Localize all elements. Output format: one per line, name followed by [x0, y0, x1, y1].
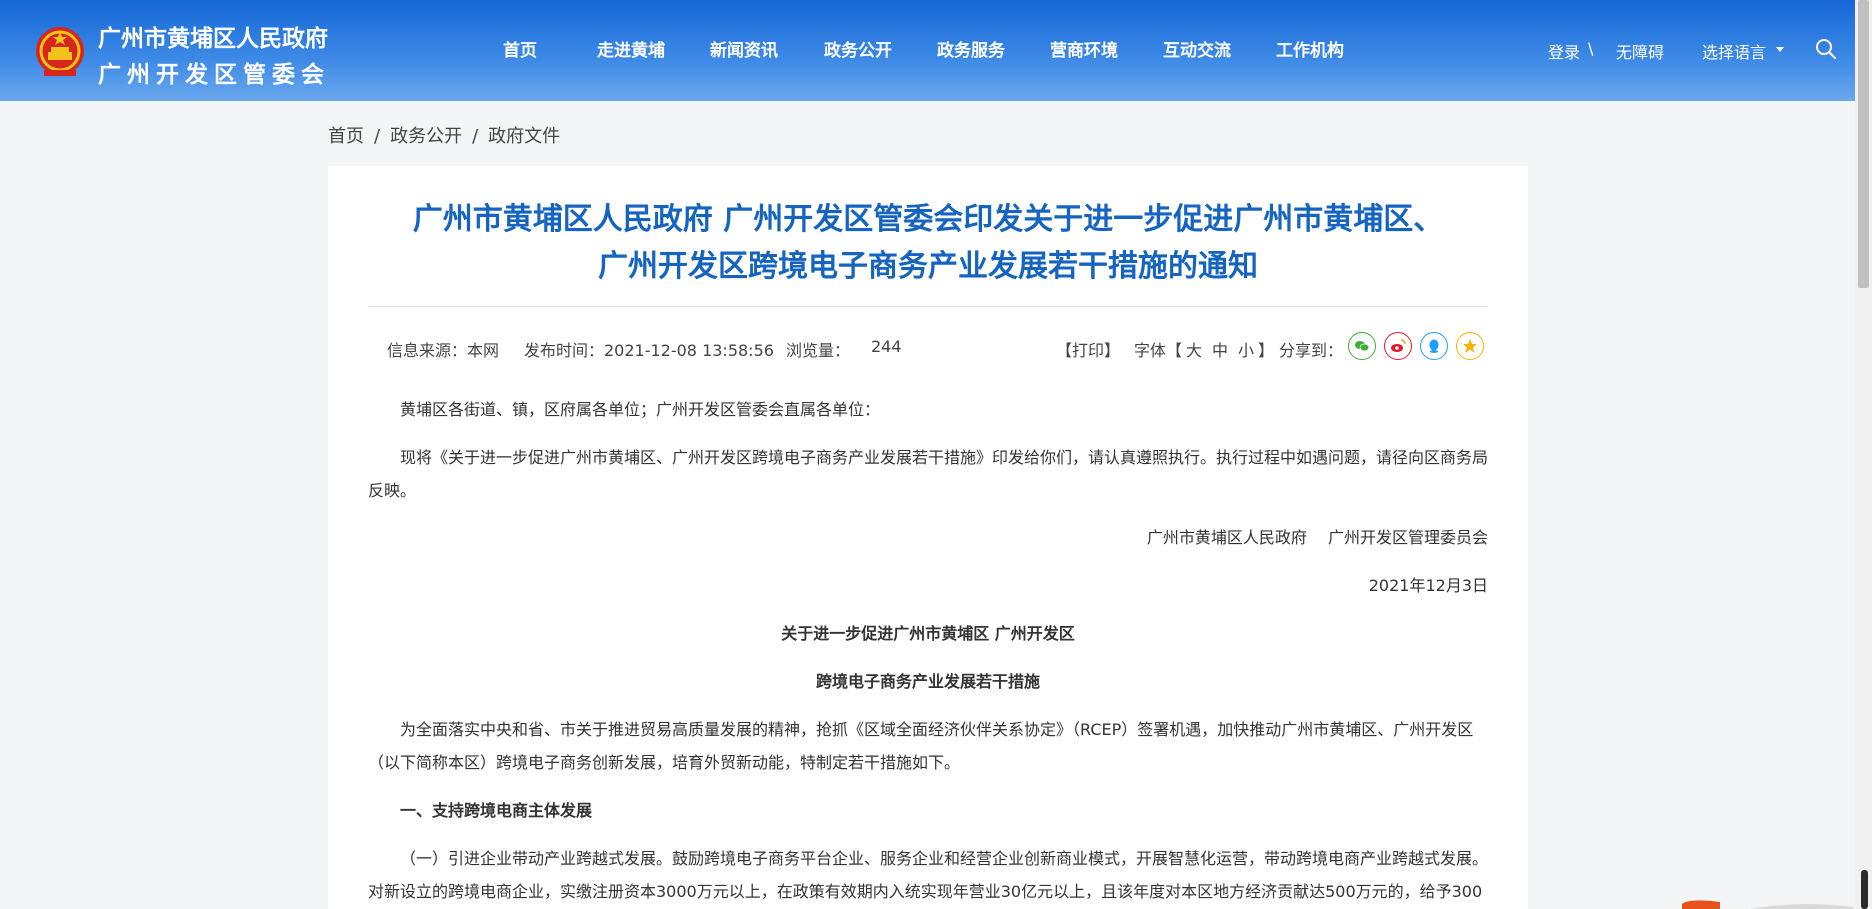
site-header: 广州市黄埔区人民政府 广州开发区管委会 首页 走进黄埔 新闻资讯 政务公开 政务… [0, 0, 1855, 101]
font-size-large-button[interactable]: 大 [1186, 337, 1202, 361]
share-qzone-button[interactable] [1456, 332, 1484, 360]
weibo-icon [1391, 339, 1406, 352]
share-label: 分享到： [1279, 341, 1344, 360]
title-divider [368, 306, 1488, 307]
accessibility-link[interactable]: 无障碍 [1616, 39, 1664, 63]
nav-item-interaction[interactable]: 互动交流 [1163, 36, 1231, 61]
breadcrumb-home[interactable]: 首页 [328, 126, 364, 147]
intro-paragraph-line1: 现将《关于进一步促进广州市黄埔区、广州开发区跨境电子商务产业发展若干措施》印发给… [400, 448, 1489, 467]
font-size-close: 】 [1258, 341, 1275, 360]
nav-item-departments[interactable]: 工作机构 [1276, 36, 1344, 61]
national-emblem-icon[interactable] [34, 24, 86, 80]
nav-item-news[interactable]: 新闻资讯 [710, 36, 778, 61]
article-title-line2: 广州开发区跨境电子商务产业发展若干措施的通知 [598, 249, 1258, 284]
font-size-small-button[interactable]: 小 [1238, 337, 1254, 361]
share-wechat-button[interactable] [1348, 332, 1376, 360]
breadcrumb: 首页 / 政务公开 / 政府文件 [328, 122, 560, 148]
publish-time: 发布时间：2021-12-08 13:58:56 [524, 341, 774, 360]
signature: 广州市黄埔区人民政府 广州开发区管理委员会 [1146, 528, 1488, 547]
views-count: 244 [871, 337, 902, 356]
font-size-label: 字体【 [1134, 341, 1183, 360]
breadcrumb-gov-documents[interactable]: 政府文件 [488, 126, 560, 147]
share-weibo-button[interactable] [1384, 332, 1412, 360]
article-card: 广州市黄埔区人民政府 广州开发区管委会印发关于进一步促进广州市黄埔区、 广州开发… [328, 166, 1528, 909]
language-select[interactable]: 选择语言 [1702, 39, 1766, 63]
qq-icon [1429, 339, 1439, 353]
intro-paragraph-line2: 反映。 [368, 481, 417, 500]
preamble-line1: 为全面落实中央和省、市关于推进贸易高质量发展的精神，抢抓《区域全面经济伙伴关系协… [400, 720, 1474, 739]
item1-line2: 对新设立的跨境电商企业，实缴注册资本3000万元以上，在政策有效期内入统实现年营… [368, 882, 1483, 901]
qzone-icon [1463, 339, 1477, 353]
addressee-paragraph: 黄埔区各街道、镇，区府属各单位；广州开发区管委会直属各单位： [400, 400, 881, 419]
preamble-line2: （以下简称本区）跨境电子商务创新发展，培育外贸新动能，特制定若干措施如下。 [368, 753, 961, 772]
nav-item-gov-affairs[interactable]: 政务公开 [824, 36, 892, 61]
breadcrumb-separator: / [472, 126, 479, 147]
floating-widget-icon[interactable] [1680, 898, 1855, 909]
scrollbar-side-widget[interactable] [1861, 870, 1868, 909]
measures-heading-line2: 跨境电子商务产业发展若干措施 [815, 672, 1040, 691]
wechat-icon [1355, 341, 1370, 352]
section-heading-1: 一、支持跨境电商主体发展 [400, 801, 593, 820]
print-button[interactable]: 【打印】 [1056, 337, 1120, 361]
share-qq-button[interactable] [1420, 332, 1448, 360]
font-size-medium-button[interactable]: 中 [1212, 337, 1228, 361]
item1-line1: （一）引进企业带动产业跨越式发展。鼓励跨境电子商务平台企业、服务企业和经营企业创… [400, 849, 1489, 868]
nav-item-services[interactable]: 政务服务 [937, 36, 1005, 61]
measures-heading-line1: 关于进一步促进广州市黄埔区 广州开发区 [781, 624, 1075, 643]
views-label: 浏览量： [786, 341, 851, 360]
breadcrumb-separator: / [374, 126, 381, 147]
chevron-down-icon[interactable] [1776, 47, 1784, 52]
article-title-line1: 广州市黄埔区人民政府 广州开发区管委会印发关于进一步促进广州市黄埔区、 [412, 202, 1444, 237]
nav-item-about[interactable]: 走进黄埔 [597, 36, 665, 61]
signature-date: 2021年12月3日 [1368, 576, 1488, 595]
site-title-committee[interactable]: 广州开发区管委会 [98, 55, 330, 89]
site-title-government[interactable]: 广州市黄埔区人民政府 [98, 19, 328, 53]
breadcrumb-gov-affairs[interactable]: 政务公开 [390, 126, 462, 147]
login-link[interactable]: 登录 [1548, 39, 1580, 63]
nav-item-business[interactable]: 营商环境 [1050, 36, 1118, 61]
nav-item-home[interactable]: 首页 [503, 36, 537, 61]
info-source: 信息来源：本网 [387, 341, 500, 360]
search-icon[interactable] [1815, 38, 1837, 60]
top-link-separator: \ [1588, 39, 1594, 58]
scrollbar-thumb[interactable] [1858, 0, 1869, 288]
